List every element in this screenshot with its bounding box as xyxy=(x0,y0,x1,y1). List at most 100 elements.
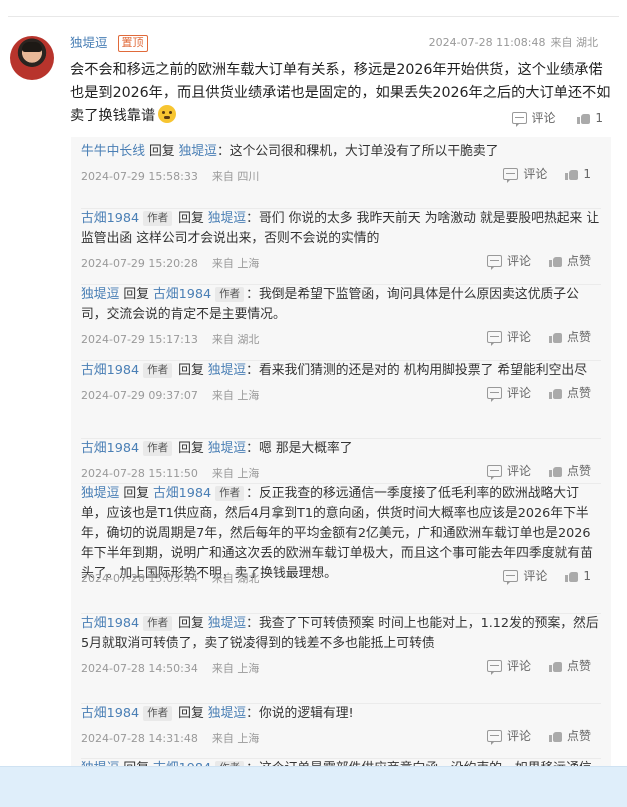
reply-target[interactable]: 独堤逗 xyxy=(208,441,246,456)
reply-location: 来自 湖北 xyxy=(211,572,260,585)
reply-target[interactable]: 古畑1984 xyxy=(153,287,211,302)
thumbs-up-icon xyxy=(548,255,562,267)
reply-text: 独堤逗 回复 古畑1984 作者 ：我倒是希望下监管函，询问具体是什么原因卖这优质子公司… xyxy=(81,285,601,325)
reply-actions: 评论 点赞 xyxy=(469,253,591,271)
author-tag: 作者 xyxy=(143,441,173,456)
reply-comment-button[interactable]: 评论 xyxy=(486,463,531,480)
reply-like-button[interactable]: 1 xyxy=(565,166,591,182)
reply-comment-button[interactable]: 评论 xyxy=(486,658,531,675)
reply-meta: 2024-07-29 15:20:28 来自 上海 xyxy=(81,255,259,271)
reply-actions: 评论 点赞 xyxy=(469,658,591,676)
reply-comment-button[interactable]: 评论 xyxy=(486,385,531,402)
reply-like-button[interactable]: 点赞 xyxy=(548,463,591,479)
reply-like-button[interactable]: 点赞 xyxy=(548,385,591,401)
reply-word: 回复 xyxy=(178,706,204,721)
main-comment-actions: 评论 1 xyxy=(494,110,603,128)
reply-item: 独堤逗 回复 古畑1984 作者 ：反正我查的移远通信一季度接了低毛利率的欧洲战略大订单… xyxy=(81,483,601,585)
main-author[interactable]: 独堤逗 xyxy=(70,35,108,50)
reply-word: 回复 xyxy=(123,486,149,501)
main-comment-meta: 2024-07-28 11:08:48 来自 湖北 xyxy=(429,34,598,52)
author-tag: 作者 xyxy=(143,706,173,721)
reply-target[interactable]: 独堤逗 xyxy=(179,144,217,159)
comment-icon xyxy=(503,570,519,585)
reply-content: 你说的逻辑有理! xyxy=(258,706,354,721)
reply-word: 回复 xyxy=(148,144,175,159)
reply-item: 古畑1984 作者 回复 独堤逗：嗯 那是大概率了 2024-07-28 15:11:5… xyxy=(81,438,601,480)
reply-time: 2024-07-28 14:50:34 xyxy=(81,662,198,675)
reply-comment-button[interactable]: 评论 xyxy=(486,329,531,346)
reply-list: 牛牛中长线 回复 独堤逗：这个公司很和稞机，大订单没有了所以干脆卖了 2024-07-… xyxy=(71,137,611,777)
main-comment-button[interactable]: 评论 xyxy=(511,110,556,127)
like-label: 1 xyxy=(583,167,591,181)
reply-actions: 评论 点赞 xyxy=(469,385,591,403)
reply-like-button[interactable]: 1 xyxy=(565,568,591,584)
reply-word: 回复 xyxy=(178,616,204,631)
reply-like-button[interactable]: 点赞 xyxy=(548,658,591,674)
reply-like-button[interactable]: 点赞 xyxy=(548,728,591,744)
reply-comment-button[interactable]: 评论 xyxy=(503,568,547,585)
reply-target[interactable]: 独堤逗 xyxy=(208,211,246,226)
reply-time: 2024-07-29 15:58:33 xyxy=(81,170,198,183)
author-tag: 作者 xyxy=(143,363,173,378)
avatar[interactable] xyxy=(10,36,54,80)
reply-text: 古畑1984 作者 回复 独堤逗：看来我们猜测的还是对的 机构用脚投票了 希望能利空出… xyxy=(81,361,601,381)
reply-time: 2024-07-29 15:17:13 xyxy=(81,333,198,346)
reply-author[interactable]: 古畑1984 xyxy=(81,441,139,456)
reply-meta: 2024-07-29 15:17:13 来自 湖北 xyxy=(81,331,259,347)
reply-target[interactable]: 独堤逗 xyxy=(208,706,246,721)
reply-target[interactable]: 独堤逗 xyxy=(208,363,246,378)
reply-meta: 2024-07-28 15:03:44 来自 湖北 xyxy=(81,570,259,586)
reply-time: 2024-07-29 15:20:28 xyxy=(81,257,198,270)
reply-meta: 2024-07-29 09:37:07 来自 上海 xyxy=(81,387,259,403)
like-label: 点赞 xyxy=(566,464,591,478)
author-tag: 作者 xyxy=(215,486,245,501)
reply-author[interactable]: 古畑1984 xyxy=(81,616,139,631)
reply-comment-button[interactable]: 评论 xyxy=(486,253,531,270)
reply-colon: ： xyxy=(246,363,259,378)
reply-author[interactable]: 独堤逗 xyxy=(81,486,119,501)
reply-author[interactable]: 古畑1984 xyxy=(81,706,139,721)
like-count: 1 xyxy=(595,111,603,125)
reply-author[interactable]: 古畑1984 xyxy=(81,211,139,226)
reply-meta: 2024-07-28 14:31:48 来自 上海 xyxy=(81,730,259,746)
reply-item: 古畑1984 作者 回复 独堤逗：看来我们猜测的还是对的 机构用脚投票了 希望能利空出… xyxy=(81,360,601,402)
like-label: 点赞 xyxy=(566,386,591,400)
author-tag: 作者 xyxy=(143,616,173,631)
bottom-bar xyxy=(0,766,627,807)
reply-actions: 评论 1 xyxy=(485,568,591,586)
reply-target[interactable]: 独堤逗 xyxy=(208,616,246,631)
comment-icon xyxy=(503,168,519,183)
comment-label: 评论 xyxy=(523,167,548,181)
reply-time: 2024-07-28 15:11:50 xyxy=(81,467,198,480)
reply-content: 嗯 那是大概率了 xyxy=(258,441,353,456)
reply-author[interactable]: 古畑1984 xyxy=(81,363,139,378)
comment-icon xyxy=(486,730,502,745)
reply-actions: 评论 点赞 xyxy=(469,463,591,481)
reply-colon: ： xyxy=(246,616,259,631)
reply-text: 古畑1984 作者 回复 独堤逗：我查了下可转债预案 时间上也能对上，1.12发的预案… xyxy=(81,614,601,654)
reply-item: 独堤逗回复古畑1984作者：这个订单是零部件供应商意向函，没约束的，如果移远通信… xyxy=(81,758,601,776)
reply-target[interactable]: 古畑1984 xyxy=(153,486,211,501)
author-tag: 作者 xyxy=(143,211,173,226)
reply-location: 来自 上海 xyxy=(211,257,260,270)
top-divider xyxy=(8,16,619,17)
thumbs-up-icon xyxy=(548,331,562,343)
thumbs-up-icon xyxy=(548,730,562,742)
reply-location: 来自 四川 xyxy=(211,170,260,183)
reply-word: 回复 xyxy=(178,363,204,378)
main-comment-header: 独堤逗 置顶 2024-07-28 11:08:48 来自 湖北 xyxy=(70,34,613,52)
thumbs-up-icon xyxy=(548,387,562,399)
reply-comment-button[interactable]: 评论 xyxy=(486,728,531,745)
reply-meta: 2024-07-28 14:50:34 来自 上海 xyxy=(81,660,259,676)
reply-text: 牛牛中长线 回复 独堤逗：这个公司很和稞机，大订单没有了所以干脆卖了 xyxy=(81,142,601,162)
like-label: 点赞 xyxy=(566,330,591,344)
reply-comment-button[interactable]: 评论 xyxy=(503,166,548,183)
reply-colon: ： xyxy=(216,144,230,159)
reply-location: 来自 上海 xyxy=(211,662,260,675)
reply-like-button[interactable]: 点赞 xyxy=(548,253,591,269)
main-location: 来自 湖北 xyxy=(550,36,599,49)
reply-author[interactable]: 牛牛中长线 xyxy=(81,144,145,159)
main-like-button[interactable]: 1 xyxy=(577,110,603,126)
reply-like-button[interactable]: 点赞 xyxy=(548,329,591,345)
reply-author[interactable]: 独堤逗 xyxy=(81,287,119,302)
